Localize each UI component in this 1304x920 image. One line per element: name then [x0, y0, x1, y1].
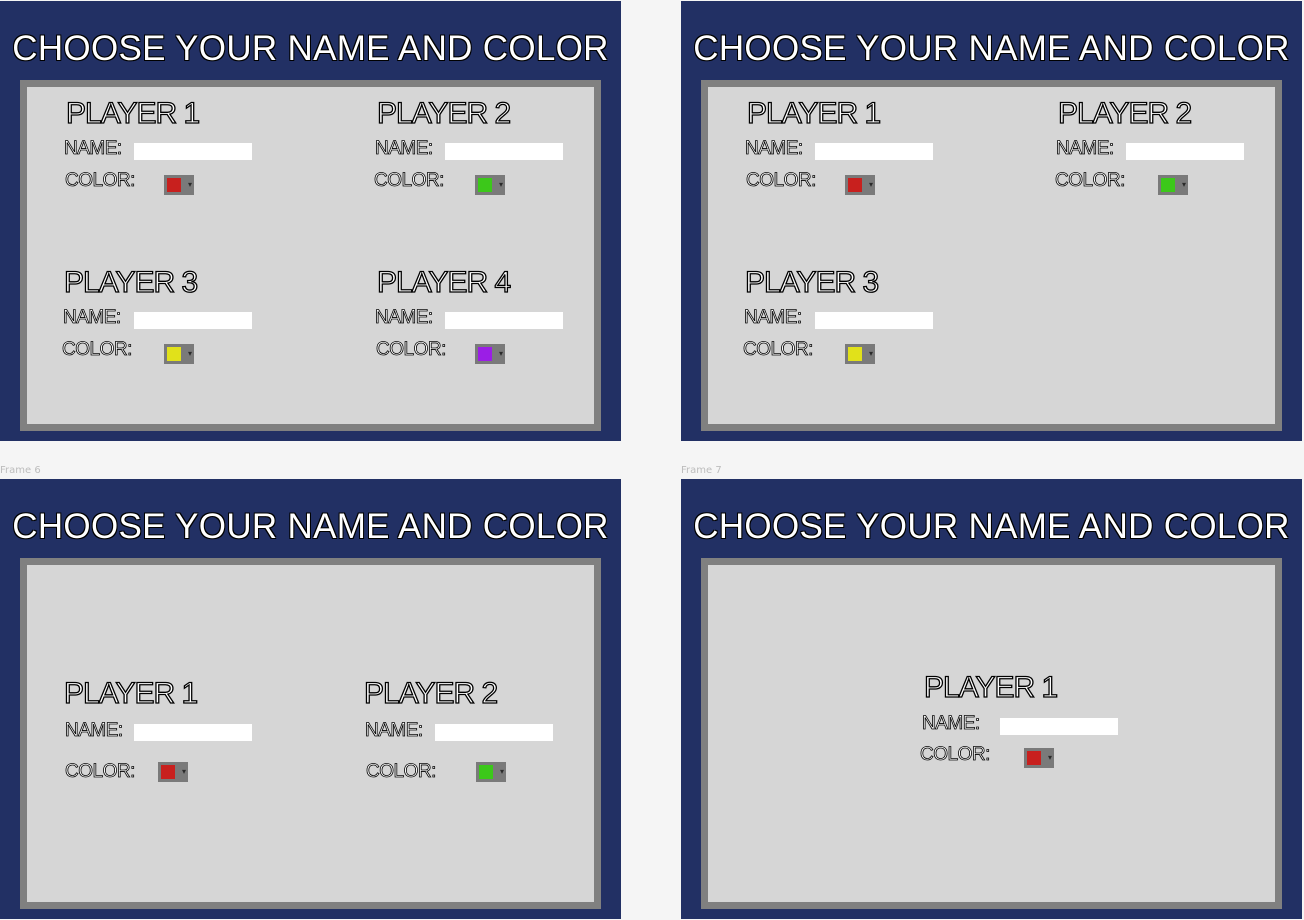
player-title: PLAYER 2 — [376, 96, 511, 130]
color-label: COLOR: — [376, 339, 447, 361]
name-label: NAME: — [375, 307, 434, 329]
color-swatch — [478, 347, 492, 361]
name-label: NAME: — [64, 138, 123, 160]
color-swatch — [167, 178, 181, 192]
players-panel: PLAYER 1 NAME: COLOR: ▾ PLAYER 2 NAME: C… — [20, 558, 601, 909]
color-swatch — [848, 347, 862, 361]
players-panel: PLAYER 1 NAME: COLOR: ▾ — [701, 558, 1282, 909]
player-title: PLAYER 1 — [746, 96, 881, 130]
color-swatch — [848, 178, 862, 192]
player-title: PLAYER 3 — [63, 265, 198, 299]
name-input[interactable] — [134, 724, 252, 741]
color-label: COLOR: — [65, 761, 136, 783]
name-input[interactable] — [445, 143, 563, 160]
name-label: NAME: — [744, 307, 803, 329]
chevron-down-icon: ▾ — [181, 767, 186, 776]
color-swatch — [478, 178, 492, 192]
frame-two-players: CHOOSE YOUR NAME AND COLOR PLAYER 1 NAME… — [0, 479, 621, 919]
name-input[interactable] — [1126, 143, 1244, 160]
color-dropdown[interactable]: ▾ — [158, 762, 188, 782]
page-title: CHOOSE YOUR NAME AND COLOR — [693, 29, 1290, 68]
color-swatch — [1161, 178, 1175, 192]
name-input[interactable] — [435, 724, 553, 741]
player-title: PLAYER 2 — [363, 676, 498, 710]
name-label: NAME: — [65, 720, 124, 742]
chevron-down-icon: ▾ — [1047, 753, 1052, 762]
chevron-down-icon: ▾ — [187, 349, 192, 358]
frame-label: Frame 7 — [681, 465, 722, 476]
chevron-down-icon: ▾ — [187, 180, 192, 189]
name-label: NAME: — [1056, 138, 1115, 160]
color-label: COLOR: — [366, 761, 437, 783]
color-swatch — [167, 347, 181, 361]
color-label: COLOR: — [746, 170, 817, 192]
player-title: PLAYER 1 — [923, 670, 1058, 704]
name-label: NAME: — [745, 138, 804, 160]
name-label: NAME: — [922, 713, 981, 735]
color-swatch — [161, 765, 175, 779]
chevron-down-icon: ▾ — [868, 349, 873, 358]
color-dropdown[interactable]: ▾ — [475, 344, 505, 364]
color-dropdown[interactable]: ▾ — [845, 175, 875, 195]
name-label: NAME: — [375, 138, 434, 160]
color-dropdown[interactable]: ▾ — [845, 344, 875, 364]
chevron-down-icon: ▾ — [868, 180, 873, 189]
name-input[interactable] — [445, 312, 563, 329]
frame-label: Frame 6 — [0, 465, 41, 476]
frame-one-player: CHOOSE YOUR NAME AND COLOR PLAYER 1 NAME… — [681, 479, 1302, 919]
color-swatch — [1027, 751, 1041, 765]
name-label: NAME: — [63, 307, 122, 329]
color-dropdown[interactable]: ▾ — [164, 344, 194, 364]
frame-three-players: CHOOSE YOUR NAME AND COLOR PLAYER 1 NAME… — [681, 1, 1302, 441]
frame-four-players: CHOOSE YOUR NAME AND COLOR PLAYER 1 NAME… — [0, 1, 621, 441]
page-title: CHOOSE YOUR NAME AND COLOR — [12, 507, 609, 546]
color-dropdown[interactable]: ▾ — [164, 175, 194, 195]
color-dropdown[interactable]: ▾ — [1158, 175, 1188, 195]
player-title: PLAYER 3 — [744, 265, 879, 299]
color-dropdown[interactable]: ▾ — [475, 175, 505, 195]
chevron-down-icon: ▾ — [498, 180, 503, 189]
color-label: COLOR: — [920, 744, 991, 766]
page-title: CHOOSE YOUR NAME AND COLOR — [12, 29, 609, 68]
player-title: PLAYER 2 — [1057, 96, 1192, 130]
color-label: COLOR: — [62, 339, 133, 361]
chevron-down-icon: ▾ — [1181, 180, 1186, 189]
chevron-down-icon: ▾ — [499, 767, 504, 776]
name-label: NAME: — [365, 720, 424, 742]
chevron-down-icon: ▾ — [498, 349, 503, 358]
player-title: PLAYER 4 — [376, 265, 511, 299]
players-panel: PLAYER 1 NAME: COLOR: ▾ PLAYER 2 NAME: C… — [701, 80, 1282, 431]
name-input[interactable] — [134, 143, 252, 160]
color-label: COLOR: — [743, 339, 814, 361]
players-panel: PLAYER 1 NAME: COLOR: ▾ PLAYER 2 NAME: C… — [20, 80, 601, 431]
name-input[interactable] — [815, 312, 933, 329]
page-title: CHOOSE YOUR NAME AND COLOR — [693, 507, 1290, 546]
color-label: COLOR: — [374, 170, 445, 192]
name-input[interactable] — [815, 143, 933, 160]
color-label: COLOR: — [65, 170, 136, 192]
player-title: PLAYER 1 — [63, 676, 198, 710]
player-title: PLAYER 1 — [65, 96, 200, 130]
color-swatch — [479, 765, 493, 779]
color-label: COLOR: — [1055, 170, 1126, 192]
color-dropdown[interactable]: ▾ — [476, 762, 506, 782]
name-input[interactable] — [1000, 718, 1118, 735]
name-input[interactable] — [134, 312, 252, 329]
color-dropdown[interactable]: ▾ — [1024, 748, 1054, 768]
